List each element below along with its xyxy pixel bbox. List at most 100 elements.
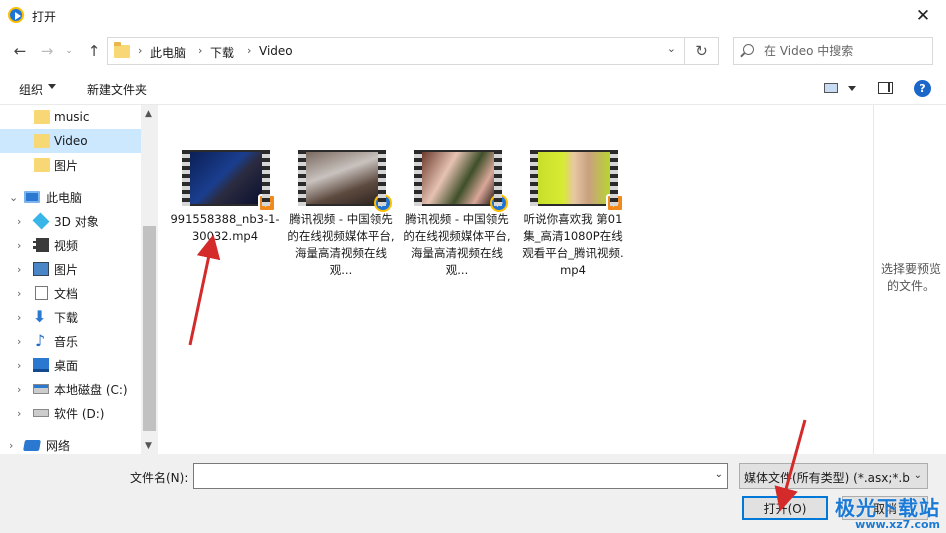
expand-chevron-icon[interactable]: › xyxy=(17,335,21,348)
sidebar-item-network[interactable]: › 网络 xyxy=(0,433,141,454)
play-badge-icon xyxy=(258,194,276,212)
expand-chevron-icon[interactable]: › xyxy=(17,407,21,420)
file-item[interactable]: 腾讯视频 - 中国领先的在线视频媒体平台,海量高清视频在线观... xyxy=(286,145,396,280)
file-list-view[interactable]: 991558388_nb3-1-30032.mp4 腾讯视频 - 中国领先的在线… xyxy=(158,105,873,454)
sidebar-item-desktop[interactable]: › 桌面 xyxy=(0,353,141,377)
window-title: 打开 xyxy=(32,10,57,24)
sidebar-item-this-pc[interactable]: ⌄ 此电脑 xyxy=(0,185,141,209)
filetype-select[interactable]: 媒体文件(所有类型) (*.asx;*.bil ⌄ xyxy=(739,463,928,489)
sidebar-item-videos[interactable]: › 视频 xyxy=(0,233,141,257)
filename-label: 文件名(N): xyxy=(130,471,189,485)
sidebar-item-drive-c[interactable]: › 本地磁盘 (C:) xyxy=(0,377,141,401)
expand-chevron-icon[interactable]: › xyxy=(17,263,21,276)
network-icon xyxy=(23,439,41,451)
sidebar-item-label: 本地磁盘 (C:) xyxy=(54,382,128,397)
change-view-icon[interactable] xyxy=(824,83,838,93)
expand-chevron-icon[interactable]: › xyxy=(9,439,13,452)
recent-locations-chevron-icon[interactable]: ⌄ xyxy=(59,41,79,61)
sidebar-item-label: 软件 (D:) xyxy=(54,406,105,421)
sidebar-item-label: 视频 xyxy=(54,238,79,253)
expand-chevron-icon[interactable]: › xyxy=(17,383,21,396)
close-button[interactable]: ✕ xyxy=(900,0,946,31)
address-dropdown-chevron-icon[interactable]: ⌄ xyxy=(667,42,676,55)
sidebar-item-label: 网络 xyxy=(46,438,71,453)
sidebar-item-video[interactable]: Video xyxy=(0,129,141,153)
back-arrow-icon[interactable]: ← xyxy=(10,41,30,61)
organize-menu-button[interactable]: 组织 xyxy=(19,81,43,98)
sidebar-scrollbar[interactable]: ▲ ▼ xyxy=(141,105,158,454)
sidebar-item-label: 音乐 xyxy=(54,334,79,349)
expand-chevron-icon[interactable]: › xyxy=(17,287,21,300)
file-item[interactable]: 991558388_nb3-1-30032.mp4 xyxy=(170,145,280,280)
filename-dropdown-chevron-icon[interactable]: ⌄ xyxy=(715,469,723,480)
scroll-down-arrow-icon[interactable]: ▼ xyxy=(145,441,152,451)
folder-icon xyxy=(114,42,130,58)
play-badge-icon xyxy=(606,194,624,212)
document-icon xyxy=(35,286,48,300)
sidebar-item-music-library[interactable]: › ♪ 音乐 xyxy=(0,329,141,353)
expand-chevron-icon[interactable]: › xyxy=(17,215,21,228)
breadcrumb-video[interactable]: Video xyxy=(259,44,293,58)
file-name: 991558388_nb3-1-30032.mp4 xyxy=(170,212,280,243)
video-frame-image xyxy=(306,152,378,204)
scrollbar-thumb[interactable] xyxy=(143,226,156,431)
view-options-caret-icon[interactable] xyxy=(848,86,856,91)
expand-chevron-icon[interactable]: ⌄ xyxy=(9,191,18,204)
sidebar-item-pictures-folder[interactable]: 图片 xyxy=(0,153,141,177)
file-name: 腾讯视频 - 中国领先的在线视频媒体平台,海量高清视频在线观... xyxy=(403,212,511,277)
sidebar-item-downloads[interactable]: › ⬇ 下载 xyxy=(0,305,141,329)
expand-chevron-icon[interactable]: › xyxy=(17,359,21,372)
expand-chevron-icon[interactable]: › xyxy=(17,311,21,324)
watermark-logo-text: 极光下载站 xyxy=(835,496,940,520)
file-name: 腾讯视频 - 中国领先的在线视频媒体平台,海量高清视频在线观... xyxy=(287,212,395,277)
filetype-dropdown-chevron-icon[interactable]: ⌄ xyxy=(914,470,922,481)
filename-input[interactable]: ⌄ xyxy=(193,463,728,489)
sidebar-item-pictures[interactable]: › 图片 xyxy=(0,257,141,281)
expand-chevron-icon[interactable]: › xyxy=(17,239,21,252)
organize-caret-icon[interactable] xyxy=(48,84,56,89)
forward-arrow-icon[interactable]: → xyxy=(37,41,57,61)
preview-pane-icon[interactable] xyxy=(878,82,893,94)
breadcrumb-separator[interactable]: › xyxy=(247,44,251,57)
open-button[interactable]: 打开(O) xyxy=(742,496,828,520)
scroll-up-arrow-icon[interactable]: ▲ xyxy=(145,109,152,119)
new-folder-button[interactable]: 新建文件夹 xyxy=(87,81,147,98)
site-watermark: 极光下载站 www.xz7.com xyxy=(835,497,940,531)
sidebar-item-label: music xyxy=(54,110,90,124)
preview-placeholder-text: 选择要预览的文件。 xyxy=(880,262,941,293)
refresh-button[interactable]: ↻ xyxy=(685,37,719,65)
title-bar: 打开 ✕ xyxy=(0,0,946,31)
music-icon: ♪ xyxy=(35,331,46,350)
breadcrumb-this-pc[interactable]: 此电脑 xyxy=(150,44,186,61)
up-arrow-icon[interactable]: ↑ xyxy=(84,41,104,61)
video-frame-image xyxy=(422,152,494,204)
search-box[interactable] xyxy=(733,37,933,65)
breadcrumb-downloads[interactable]: 下载 xyxy=(210,44,234,61)
dialog-footer: 文件名(N): ⌄ 媒体文件(所有类型) (*.asx;*.bil ⌄ 打开(O… xyxy=(0,454,946,533)
address-bar[interactable]: › 此电脑 › 下载 › Video ⌄ xyxy=(107,37,685,65)
watermark-url: www.xz7.com xyxy=(855,518,940,531)
desktop-icon xyxy=(33,358,49,372)
file-item[interactable]: 腾讯视频 - 中国领先的在线视频媒体平台,海量高清视频在线观... xyxy=(402,145,512,280)
navigation-pane: music Video 图片 ⌄ 此电脑 › 3D 对象 › 视频 › 图片 ›… xyxy=(0,105,158,454)
search-input[interactable] xyxy=(764,42,924,60)
sidebar-item-music[interactable]: music xyxy=(0,105,141,129)
help-icon[interactable]: ? xyxy=(914,80,931,97)
folder-icon xyxy=(34,110,50,124)
file-item[interactable]: 听说你喜欢我 第01集_高清1080P在线观看平台_腾讯视频.mp4 xyxy=(518,145,628,280)
sidebar-item-drive-d[interactable]: › 软件 (D:) xyxy=(0,401,141,425)
sidebar-item-label: 图片 xyxy=(54,262,79,277)
sidebar-item-label: 下载 xyxy=(54,310,79,325)
download-icon: ⬇ xyxy=(33,307,47,326)
sidebar-item-documents[interactable]: › 文档 xyxy=(0,281,141,305)
video-frame-image xyxy=(538,152,610,204)
video-thumbnail xyxy=(182,150,276,212)
breadcrumb-separator[interactable]: › xyxy=(138,44,142,57)
sidebar-item-label: 3D 对象 xyxy=(54,214,99,229)
video-thumbnail xyxy=(298,150,392,212)
breadcrumb-separator[interactable]: › xyxy=(198,44,202,57)
sidebar-item-3d-objects[interactable]: › 3D 对象 xyxy=(0,209,141,233)
folder-icon xyxy=(34,158,50,172)
sidebar-item-label: 图片 xyxy=(54,158,79,173)
video-folder-icon xyxy=(33,238,49,252)
